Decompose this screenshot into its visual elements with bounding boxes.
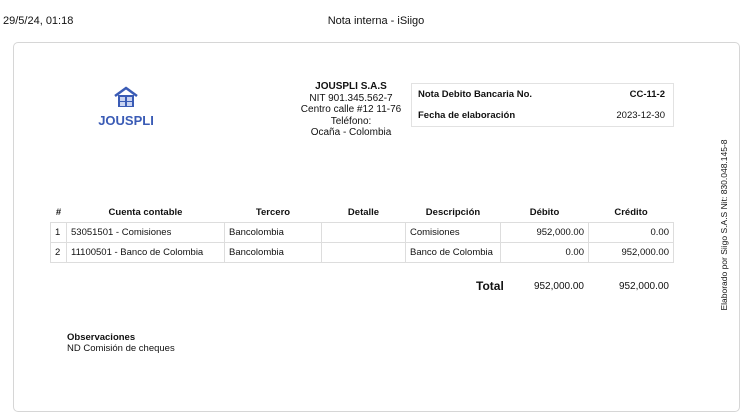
cell: Bancolombia bbox=[224, 241, 322, 263]
cell: 0.00 bbox=[588, 221, 674, 243]
observations: Observaciones ND Comisión de cheques bbox=[67, 332, 175, 354]
cell: Bancolombia bbox=[224, 221, 322, 243]
table-row: 2 11100501 - Banco de Colombia Bancolomb… bbox=[50, 241, 674, 263]
total-label: Total bbox=[476, 279, 504, 293]
cell bbox=[321, 241, 406, 263]
company-address: Centro calle #12 11-76 bbox=[300, 104, 402, 115]
company-logo: JOUSPLI bbox=[95, 86, 157, 128]
cell: 1 bbox=[50, 221, 67, 243]
doc-date: 2023-12-30 bbox=[616, 110, 665, 121]
observations-label: Observaciones bbox=[67, 332, 136, 343]
col-header: Descripción bbox=[425, 207, 481, 219]
col-header: Débito bbox=[529, 207, 560, 219]
doc-number-label: Nota Debito Bancaria No. bbox=[418, 89, 533, 100]
company-info: JOUSPLI S.A.S NIT 901.345.562-7 Centro c… bbox=[290, 81, 412, 139]
cell: Banco de Colombia bbox=[405, 241, 501, 263]
table-row: 1 53051501 - Comisiones Bancolombia Comi… bbox=[50, 221, 674, 243]
col-header: Tercero bbox=[255, 207, 291, 219]
cell: 2 bbox=[50, 241, 67, 263]
cell: Comisiones bbox=[405, 221, 501, 243]
entries-table: # Cuenta contable Tercero Detalle Descri… bbox=[50, 204, 674, 263]
cell: 11100501 - Banco de Colombia bbox=[66, 241, 225, 263]
house-icon bbox=[114, 86, 138, 107]
doc-date-label: Fecha de elaboración bbox=[418, 110, 516, 121]
page-title: Nota interna - iSiigo bbox=[327, 15, 425, 27]
generated-by-text: Elaborado por Siigo S.A.S Nit: 830.048.1… bbox=[719, 139, 729, 311]
total-credit: 952,000.00 bbox=[618, 281, 669, 292]
col-header: # bbox=[55, 207, 62, 219]
total-row: Total 952,000.00 952,000.00 bbox=[50, 279, 673, 295]
cell: 952,000.00 bbox=[500, 221, 589, 243]
table-header-row: # Cuenta contable Tercero Detalle Descri… bbox=[51, 204, 674, 222]
cell bbox=[321, 221, 406, 243]
company-city: Ocaña - Colombia bbox=[310, 127, 392, 138]
col-header: Cuenta contable bbox=[108, 207, 183, 219]
doc-number: CC-11-2 bbox=[629, 89, 665, 100]
col-header: Detalle bbox=[347, 207, 380, 219]
col-header: Crédito bbox=[614, 207, 648, 219]
document-info-box: Nota Debito Bancaria No. CC-11-2 Fecha de… bbox=[411, 83, 674, 127]
cell: 0.00 bbox=[500, 241, 589, 263]
cell: 952,000.00 bbox=[588, 241, 674, 263]
cell: 53051501 - Comisiones bbox=[66, 221, 225, 243]
logo-text: JOUSPLI bbox=[98, 113, 154, 128]
total-debit: 952,000.00 bbox=[533, 281, 584, 292]
company-nit: NIT 901.345.562-7 bbox=[309, 92, 393, 104]
observations-text: ND Comisión de cheques bbox=[67, 343, 175, 354]
company-name: JOUSPLI S.A.S bbox=[315, 81, 387, 92]
company-phone: Teléfono: bbox=[330, 115, 372, 127]
